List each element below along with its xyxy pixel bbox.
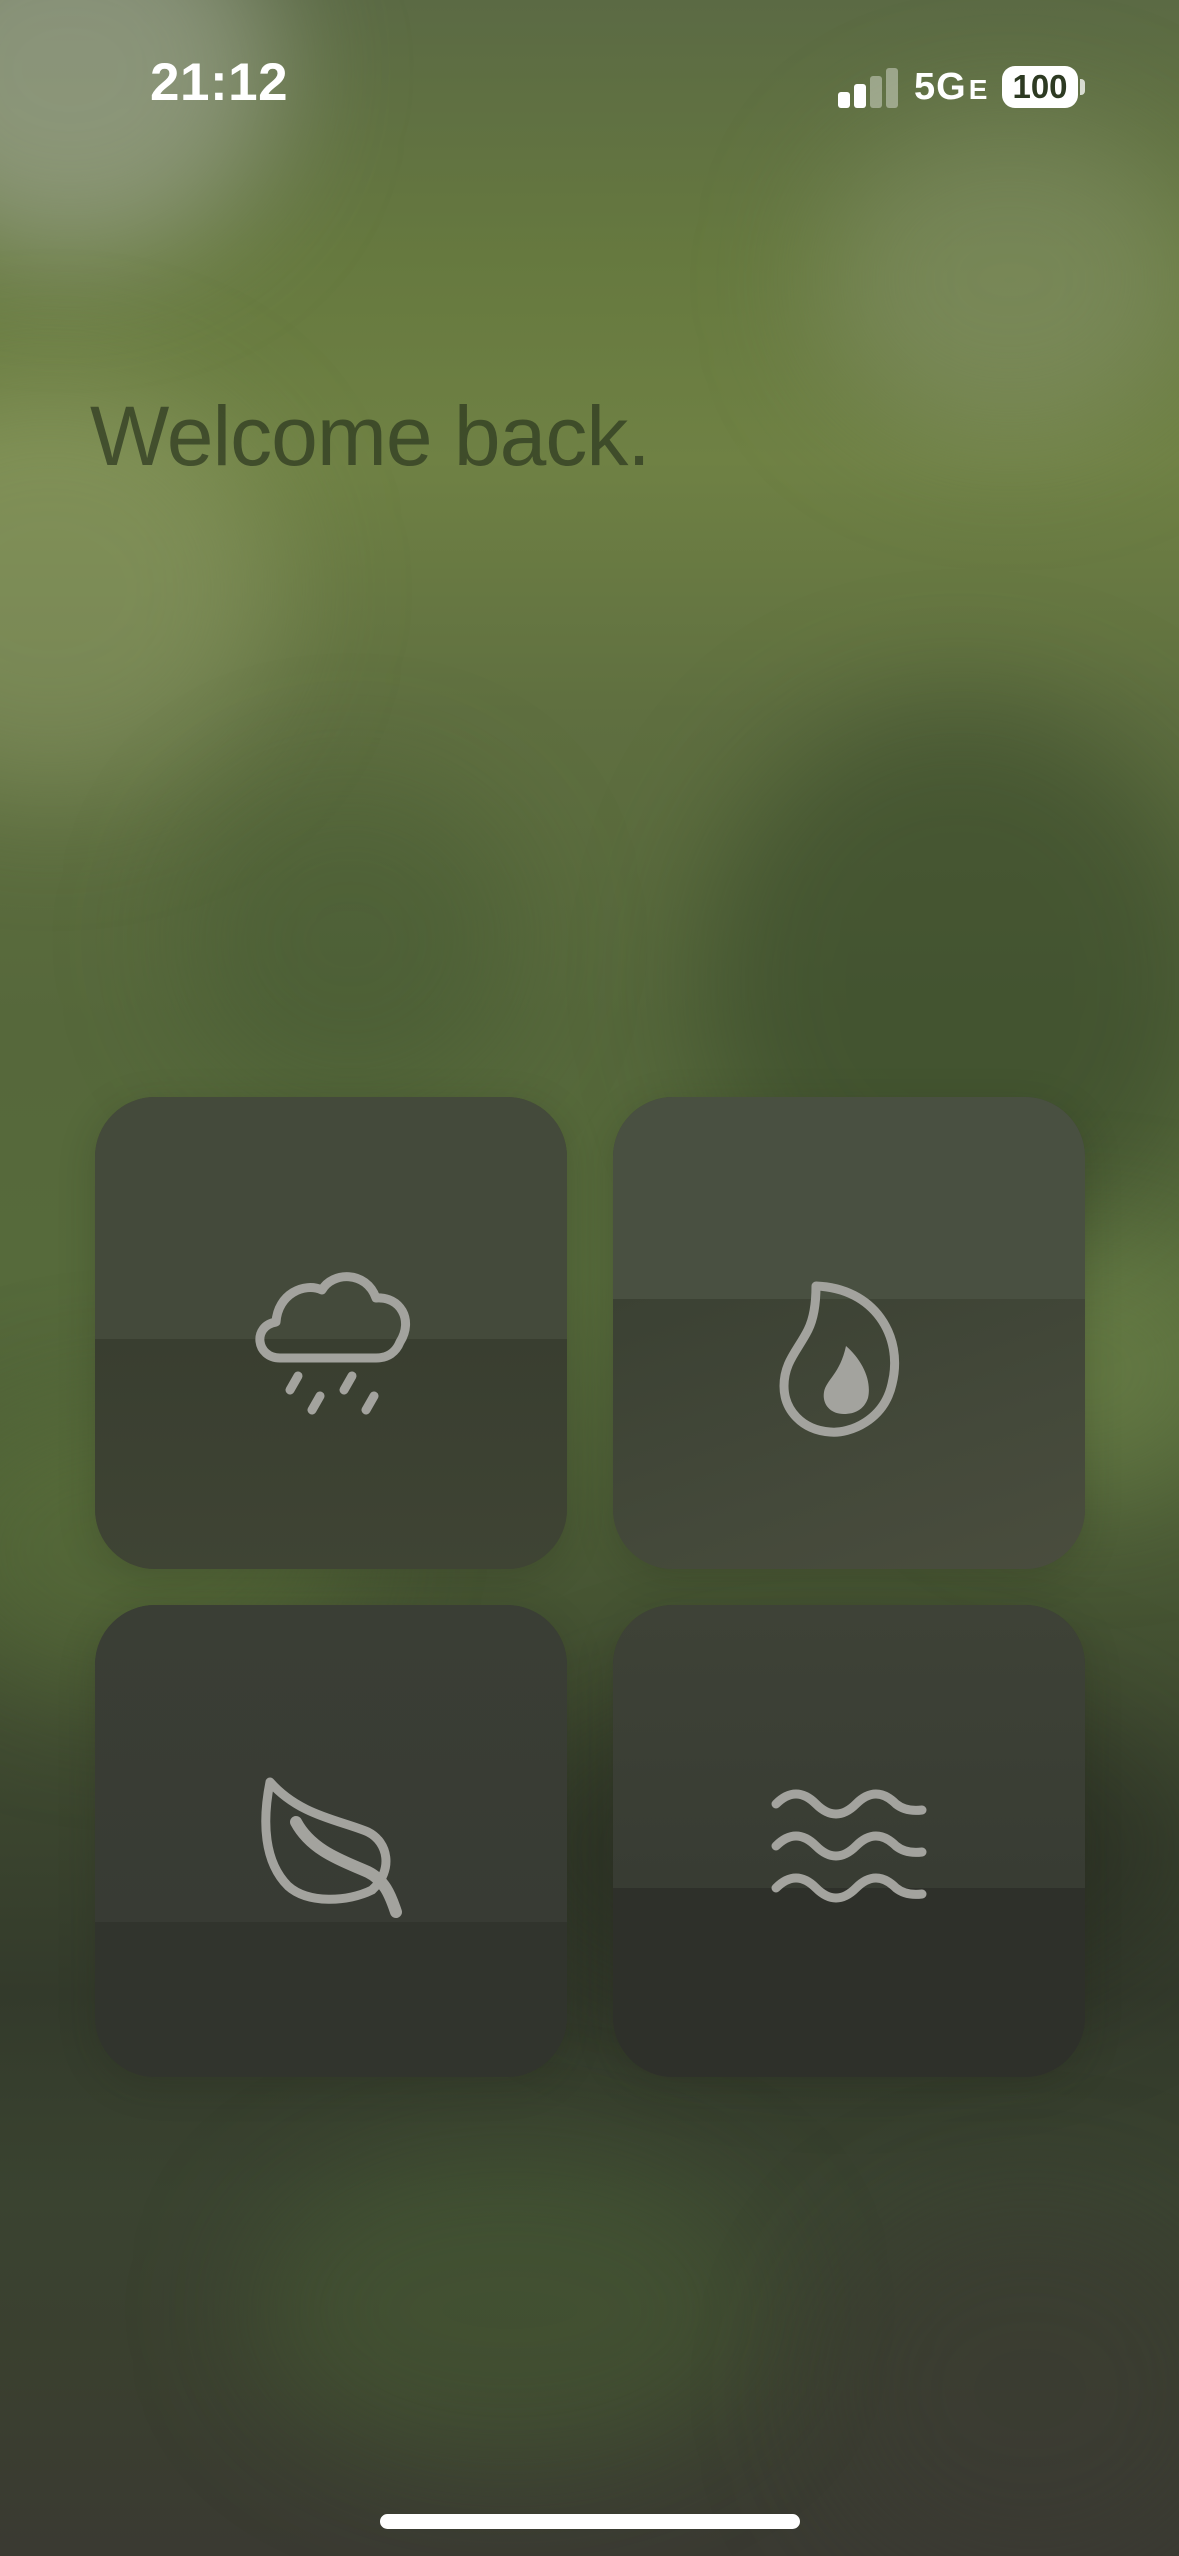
tile-leaf[interactable] <box>95 1605 567 2077</box>
tile-fire[interactable] <box>613 1097 1085 1569</box>
status-time: 21:12 <box>150 53 289 112</box>
cloud-rain-icon <box>255 1272 410 1415</box>
network-type-label: 5GE <box>914 66 989 108</box>
water-waves-icon <box>771 1789 927 1903</box>
cellular-signal-icon <box>838 66 900 108</box>
battery-icon: 100 <box>1002 66 1078 108</box>
home-indicator[interactable] <box>380 2514 800 2529</box>
status-bar: 21:12 5GE 100 <box>0 0 1179 180</box>
welcome-heading: Welcome back. <box>90 389 651 483</box>
battery-level: 100 <box>1012 68 1068 105</box>
battery-nub <box>1080 79 1085 95</box>
flame-icon <box>779 1281 900 1437</box>
tile-rain[interactable] <box>95 1097 567 1569</box>
tile-water[interactable] <box>613 1605 1085 2077</box>
leaf-icon <box>261 1777 402 1918</box>
